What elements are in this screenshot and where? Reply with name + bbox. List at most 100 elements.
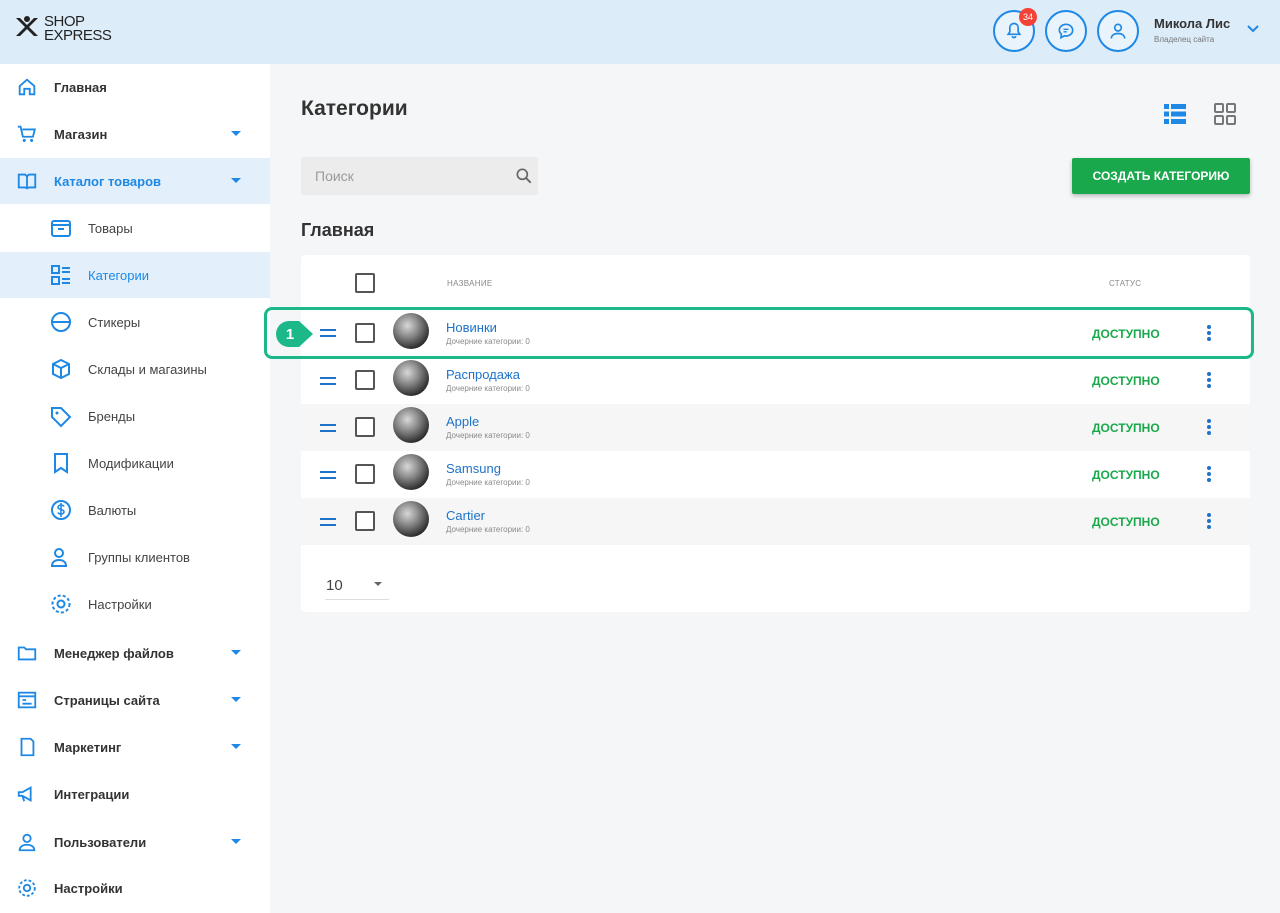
logo-line2: EXPRESS [44,27,112,44]
users-icon [50,548,68,567]
caret-down-icon[interactable] [231,697,241,702]
drag-handle-icon[interactable] [319,468,337,482]
category-image [393,407,429,443]
column-header-name[interactable]: НАЗВАНИЕ [447,279,493,288]
caret-down-icon[interactable] [231,650,241,655]
home-icon [18,78,36,96]
sidebar-item-home[interactable]: Главная [0,64,270,110]
step-marker: 1 [276,321,313,347]
sidebar-item-modifications[interactable]: Модификации [0,440,270,486]
column-header-status[interactable]: СТАТУС [1109,279,1141,288]
folder-icon [17,646,37,661]
row-checkbox[interactable] [355,370,375,390]
sidebar-item-site-pages[interactable]: Страницы сайта [0,677,270,723]
sidebar-item-shop[interactable]: Магазин [0,111,270,157]
sidebar-item-label: Товары [88,220,133,236]
sidebar-item-users[interactable]: Пользователи [0,819,270,865]
status-badge: ДОСТУПНО [1092,374,1160,388]
user-name[interactable]: Микола Лис [1154,16,1230,31]
sidebar-item-warehouses[interactable]: Склады и магазины [0,346,270,392]
categories-icon [51,265,70,285]
category-name[interactable]: Распродажа [446,367,520,382]
profile-button[interactable] [1097,10,1139,52]
cart-icon [17,125,36,142]
create-category-button[interactable]: СОЗДАТЬ КАТЕГОРИЮ [1072,158,1250,194]
sidebar-item-label: Маркетинг [54,739,122,755]
category-image [393,360,429,396]
sidebar-item-brands[interactable]: Бренды [0,393,270,439]
bell-icon [1006,22,1022,39]
drag-handle-icon[interactable] [319,374,337,388]
sidebar-item-marketing[interactable]: Маркетинг [0,724,270,770]
more-vertical-icon[interactable] [1203,464,1215,484]
per-page-value: 10 [326,577,343,594]
sidebar-item-label: Настройки [88,596,152,612]
sidebar-item-file-manager[interactable]: Менеджер файлов [0,630,270,676]
sidebar-item-label: Интеграции [54,786,130,802]
sidebar-item-catalog-settings[interactable]: Настройки [0,581,270,627]
sidebar-item-catalog[interactable]: Каталог товаров [0,158,270,204]
status-badge: ДОСТУПНО [1092,468,1160,482]
caret-down-icon [374,582,382,586]
gear-icon [18,879,36,897]
category-name[interactable]: Apple [446,414,479,429]
category-children-count: Дочерние категории: 0 [446,431,530,440]
caret-down-icon[interactable] [231,744,241,749]
row-checkbox[interactable] [355,417,375,437]
sidebar-item-label: Пользователи [54,834,147,850]
sidebar-item-integrations[interactable]: Интеграции [0,771,270,817]
grid-view-icon[interactable] [1213,102,1237,126]
select-all-checkbox[interactable] [355,273,375,293]
sidebar-item-currencies[interactable]: Валюты [0,487,270,533]
more-vertical-icon[interactable] [1203,511,1215,531]
caret-down-icon[interactable] [231,839,241,844]
drag-handle-icon[interactable] [319,515,337,529]
top-bar: SHOP EXPRESS 34 Микола Лис Владелец сайт… [0,0,1280,64]
notification-badge: 34 [1019,8,1037,26]
step-number: 1 [286,326,294,343]
sidebar-item-settings[interactable]: Настройки [0,865,270,911]
row-checkbox[interactable] [355,464,375,484]
caret-down-icon[interactable] [231,131,241,136]
logo-icon [16,16,38,36]
sidebar-item-label: Магазин [54,126,108,142]
search-icon[interactable] [514,166,534,186]
sticker-icon [51,312,71,332]
status-badge: ДОСТУПНО [1092,515,1160,529]
chat-icon [1058,23,1074,40]
marketing-icon [20,737,35,757]
gear-icon [51,594,71,614]
status-badge: ДОСТУПНО [1092,421,1160,435]
tag-icon [51,407,72,428]
category-children-count: Дочерние категории: 0 [446,384,530,393]
chevron-down-icon[interactable] [1246,24,1260,34]
sidebar-item-label: Категории [88,267,149,283]
sidebar-item-customer-groups[interactable]: Группы клиентов [0,534,270,580]
warehouse-icon [52,358,70,380]
notifications-button[interactable]: 34 [993,8,1037,52]
more-vertical-icon[interactable] [1203,370,1215,390]
list-view-icon[interactable] [1163,102,1187,126]
row-checkbox[interactable] [355,511,375,531]
sidebar-item-label: Менеджер файлов [54,645,174,661]
sidebar-item-stickers[interactable]: Стикеры [0,299,270,345]
category-children-count: Дочерние категории: 0 [446,525,530,534]
sidebar-item-label: Каталог товаров [54,173,162,189]
sidebar-item-label: Бренды [88,408,136,424]
sidebar-item-label: Страницы сайта [54,692,160,708]
sidebar-item-label: Стикеры [88,314,141,330]
sidebar-item-categories[interactable]: Категории [0,252,270,298]
caret-down-icon[interactable] [231,178,241,183]
search-input[interactable] [301,157,501,195]
more-vertical-icon[interactable] [1203,417,1215,437]
logo[interactable]: SHOP EXPRESS [14,14,112,44]
sidebar-item-products[interactable]: Товары [0,205,270,251]
messages-button[interactable] [1045,10,1087,52]
bookmark-icon [54,453,68,474]
user-icon [1110,23,1126,39]
category-name[interactable]: Cartier [446,508,485,523]
category-name[interactable]: Samsung [446,461,501,476]
pages-icon [17,691,37,709]
category-image [393,454,429,490]
drag-handle-icon[interactable] [319,421,337,435]
